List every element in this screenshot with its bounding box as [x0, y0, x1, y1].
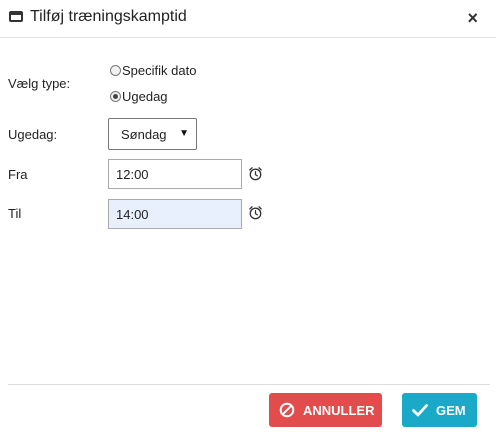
dialog-title: Tilføj træningskamptid: [30, 8, 187, 25]
close-icon[interactable]: ×: [467, 8, 478, 28]
weekday-label: Ugedag:: [8, 127, 58, 142]
alarm-clock-icon[interactable]: [248, 205, 263, 220]
from-time-value: 12:00: [116, 167, 149, 182]
radio-icon[interactable]: [110, 65, 121, 76]
to-label: Til: [8, 206, 22, 221]
window-icon: [9, 11, 23, 22]
radio-weekday[interactable]: Ugedag: [110, 89, 168, 104]
cancel-button-label: ANNULLER: [303, 402, 375, 418]
dialog: Tilføj træningskamptid × Vælg type: Spec…: [0, 0, 496, 446]
weekday-select-value: Søndag: [121, 127, 167, 142]
radio-specific-date-label: Specifik dato: [122, 63, 197, 78]
radio-specific-date[interactable]: Specifik dato: [110, 63, 196, 78]
ban-icon: [279, 402, 295, 418]
radio-icon[interactable]: [110, 91, 121, 102]
save-button[interactable]: GEM: [402, 393, 477, 427]
type-label: Vælg type:: [8, 76, 71, 91]
dropdown-arrow-icon[interactable]: ▼: [179, 128, 189, 139]
from-label: Fra: [8, 167, 28, 182]
radio-weekday-label: Ugedag: [122, 89, 168, 104]
footer-divider: [8, 384, 490, 385]
alarm-clock-icon[interactable]: [248, 166, 263, 181]
from-time-input[interactable]: 12:00: [108, 159, 242, 189]
check-icon: [412, 404, 428, 417]
save-button-label: GEM: [436, 402, 466, 418]
cancel-button[interactable]: ANNULLER: [269, 393, 382, 427]
weekday-select[interactable]: Søndag ▼: [108, 118, 197, 150]
to-time-input[interactable]: 14:00: [108, 199, 242, 229]
to-time-value: 14:00: [116, 207, 149, 222]
dialog-header: Tilføj træningskamptid ×: [0, 0, 496, 38]
